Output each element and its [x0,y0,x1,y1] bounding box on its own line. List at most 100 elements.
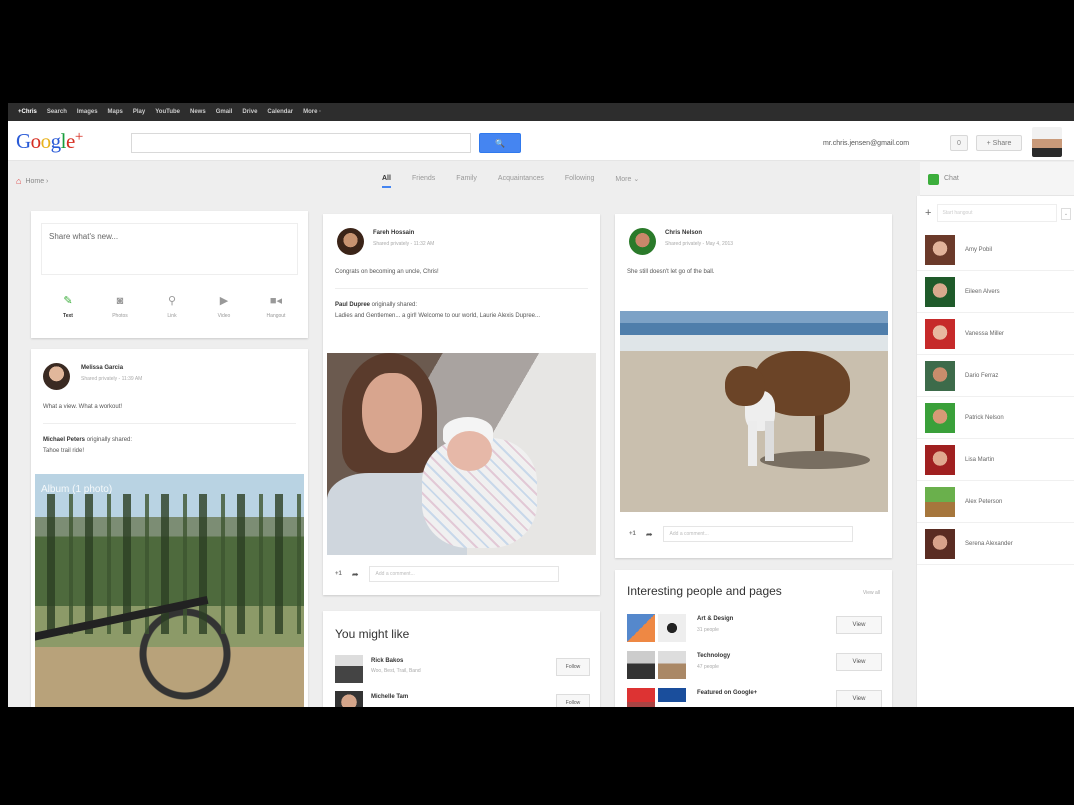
contact-name: Alex Peterson [965,499,1003,505]
original-author[interactable]: Michael Peters [43,437,85,443]
share-box-card: Share what's new... ✎ Text ◙ Photos ⚲ Link … [31,211,308,338]
share-link-button[interactable]: ⚲ Link [151,295,193,319]
gbar-link-youtube[interactable]: YouTube [155,109,180,115]
page-thumbnails[interactable] [627,614,686,642]
author-name[interactable]: Fareh Hossain [373,230,414,236]
notification-count[interactable]: 0 [950,135,968,151]
person-name[interactable]: Rick Bakos [371,658,403,664]
hangout-icon: ■◂ [269,295,283,307]
home-menu[interactable]: ⌂ Home › [16,176,48,186]
avatar[interactable] [335,655,363,683]
person-name[interactable]: Michelle Tam [371,694,408,700]
page-name[interactable]: Technology [697,653,730,659]
view-all-link[interactable]: View all [863,590,880,596]
tab-all[interactable]: All [382,175,391,188]
gbar-link-search[interactable]: Search [47,109,67,115]
chevron-down-icon[interactable]: ⌄ [1061,208,1071,220]
card-title: Interesting people and pages [627,584,782,598]
chat-contact[interactable]: Patrick Nelson [917,398,1074,439]
search-icon: 🔍 [495,138,505,148]
share-button[interactable]: + Share [976,135,1022,151]
link-icon: ⚲ [167,295,177,307]
account-avatar[interactable] [1032,127,1062,157]
gbar-link-calendar[interactable]: Calendar [267,109,293,115]
chat-contact[interactable]: Lisa Martin [917,440,1074,481]
hangout-search-input[interactable]: Start hangout [937,204,1058,222]
reshare-icon[interactable]: ➦ [352,570,359,579]
view-button[interactable]: View [836,653,882,671]
comment-input[interactable]: Add a comment... [662,526,853,542]
avatar[interactable] [335,691,363,707]
author-name[interactable]: Melissa Garcia [81,365,123,371]
chat-contact[interactable]: Eileen Alvers [917,272,1074,313]
contact-name: Serena Alexander [965,541,1013,547]
share-input[interactable]: Share what's new... [41,223,298,275]
gbar-link-drive[interactable]: Drive [242,109,257,115]
gbar-link-gmail[interactable]: Gmail [216,109,233,115]
gbar-link-images[interactable]: Images [77,109,98,115]
chat-contact[interactable]: Amy Pobil [917,230,1074,271]
video-frame: +Chris Search Images Maps Play YouTube N… [0,0,1074,805]
google-plus-screen: +Chris Search Images Maps Play YouTube N… [8,103,1074,707]
post-actions: +1 ➦ Add a comment... [335,566,559,582]
gbar-link-chris[interactable]: +Chris [18,109,37,115]
post-text: Congrats on becoming an uncle, Chris! [335,269,439,275]
avatar [925,529,955,559]
list-item: Art & Design 31 people View [627,614,882,644]
tab-more[interactable]: More ⌄ [615,175,639,188]
share-hangout-button[interactable]: ■◂ Hangout [255,295,297,319]
view-button[interactable]: View [836,616,882,634]
gbar-link-maps[interactable]: Maps [108,109,123,115]
album-label[interactable]: Album (1 photo) [41,484,112,495]
share-text-button[interactable]: ✎ Text [47,295,89,319]
gbar-link-play[interactable]: Play [133,109,145,115]
follow-button[interactable]: Follow [556,694,590,707]
post-photo-baby[interactable] [327,353,596,555]
plus-icon[interactable]: + [925,207,931,219]
list-item: Featured on Google+ View [627,688,882,707]
gbar-link-more[interactable]: More · [303,109,321,115]
chat-header[interactable]: Chat [920,162,1074,196]
page-name[interactable]: Featured on Google+ [697,690,757,696]
tab-acquaintances[interactable]: Acquaintances [498,175,544,188]
view-button[interactable]: View [836,690,882,707]
gbar-link-news[interactable]: News [190,109,206,115]
reshare-icon[interactable]: ➦ [646,530,653,539]
tab-following[interactable]: Following [565,175,595,188]
follow-button[interactable]: Follow [556,658,590,676]
google-plus-logo[interactable]: Google+ [16,129,83,154]
contact-name: Eileen Alvers [965,289,1000,295]
author-name[interactable]: Chris Nelson [665,230,702,236]
plus-one-button[interactable]: +1 [335,571,342,577]
post-photo-dog[interactable] [620,311,888,512]
avatar[interactable] [43,363,70,390]
stream-tabs: All Friends Family Acquaintances Followi… [382,175,639,188]
account-email[interactable]: mr.chris.jensen@gmail.com [823,140,909,147]
page-thumbnails[interactable] [627,688,686,707]
share-video-button[interactable]: ▶ Video [203,295,245,319]
google-bar: +Chris Search Images Maps Play YouTube N… [8,103,1074,121]
shared-from: Paul Dupree originally shared: [335,302,418,308]
person-subtitle: Woo, Best, Trail, Band [371,668,421,674]
chat-contact[interactable]: Alex Peterson [917,482,1074,523]
original-author[interactable]: Paul Dupree [335,302,370,308]
comment-input[interactable]: Add a comment... [368,566,559,582]
chat-contact[interactable]: Dario Ferraz [917,356,1074,397]
avatar[interactable] [629,228,656,255]
chat-contact[interactable]: Serena Alexander [917,524,1074,565]
share-photos-button[interactable]: ◙ Photos [99,295,141,319]
chat-contact[interactable]: Vanessa Miller [917,314,1074,355]
avatar[interactable] [337,228,364,255]
post-photo-bike[interactable]: Album (1 photo) [35,474,304,707]
tab-family[interactable]: Family [456,175,477,188]
share-options: ✎ Text ◙ Photos ⚲ Link ▶ Video ■◂ Hangout [47,295,297,319]
post-melissa: Melissa Garcia Shared privately - 11:39 … [31,349,308,707]
search-input[interactable] [131,133,471,153]
page-thumbnails[interactable] [627,651,686,679]
tab-friends[interactable]: Friends [412,175,435,188]
list-item: Michelle Tam Follow [335,691,590,707]
search-button[interactable]: 🔍 [479,133,521,153]
plus-one-button[interactable]: +1 [629,531,636,537]
page-name[interactable]: Art & Design [697,616,733,622]
shared-text: Ladies and Gentlemen... a girl! Welcome … [335,313,540,319]
